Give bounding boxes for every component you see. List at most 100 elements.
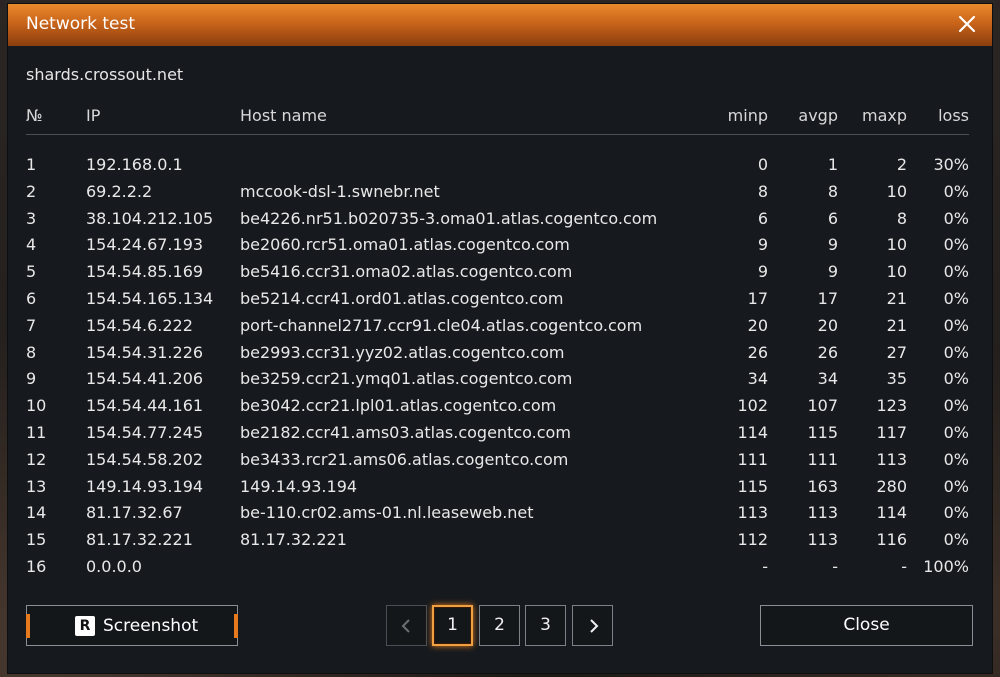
table-row: 2 69.2.2.2 mccook-dsl-1.swnebr.net 8 8 10 0% <box>26 180 969 207</box>
next-page-button[interactable] <box>572 605 613 646</box>
cell-ip: 149.14.93.194 <box>86 476 204 496</box>
cell-ip: 81.17.32.67 <box>86 503 183 523</box>
cell-host: be3259.ccr21.ymq01.atlas.cogentco.com <box>240 369 573 389</box>
col-header-minp: minp <box>727 106 768 125</box>
table-row: 7 154.54.6.222 port-channel2717.ccr91.cle0… <box>26 314 969 341</box>
cell-num: 11 <box>26 422 47 442</box>
cell-loss: 0% <box>943 396 969 416</box>
cell-minp: 20 <box>747 315 768 335</box>
cell-ip: 154.54.6.222 <box>86 315 193 335</box>
cell-num: 12 <box>26 449 47 469</box>
table-row: 10 154.54.44.161 be3042.ccr21.lpl01.atlas.… <box>26 394 969 421</box>
cell-num: 4 <box>26 235 37 255</box>
cell-avgp: 20 <box>817 315 838 335</box>
title-bar: Network test <box>8 4 992 46</box>
cell-num: 3 <box>26 208 37 228</box>
table-header: № IP Host name minp avgp maxp loss <box>26 104 969 135</box>
cell-maxp: 116 <box>876 530 907 550</box>
cell-ip: 154.54.77.245 <box>86 422 204 442</box>
cell-minp: 9 <box>757 235 768 255</box>
cell-loss: 0% <box>943 342 969 362</box>
cell-ip: 154.24.67.193 <box>86 235 204 255</box>
cell-ip: 154.54.165.134 <box>86 288 214 308</box>
cell-ip: 69.2.2.2 <box>86 181 153 201</box>
table-row: 11 154.54.77.245 be2182.ccr41.ams03.atlas.… <box>26 421 969 448</box>
cell-maxp: 10 <box>886 181 907 201</box>
cell-loss: 30% <box>933 155 969 174</box>
cell-minp: 26 <box>747 342 768 362</box>
traceroute-table: № IP Host name minp avgp maxp loss 1 192.… <box>26 104 969 582</box>
cell-num: 7 <box>26 315 37 335</box>
cell-maxp: 114 <box>876 503 907 523</box>
table-row: 14 81.17.32.67 be-110.cr02.ams-01.nl.lease… <box>26 501 969 528</box>
table-row: 3 38.104.212.105 be4226.nr51.b020735-3.oma… <box>26 207 969 234</box>
col-header-ip: IP <box>86 106 101 125</box>
cell-loss: 100% <box>923 556 969 576</box>
table-row: 15 81.17.32.221 81.17.32.221 112 113 116 0% <box>26 528 969 555</box>
table-row: 5 154.54.85.169 be5416.ccr31.oma02.atlas.c… <box>26 260 969 287</box>
network-test-dialog: Network test shards.crossout.net № IP Ho… <box>8 4 992 673</box>
table-row: 8 154.54.31.226 be2993.ccr31.yyz02.atlas.c… <box>26 341 969 368</box>
cell-avgp: 9 <box>827 262 838 282</box>
table-row: 4 154.24.67.193 be2060.rcr51.oma01.atlas.c… <box>26 233 969 260</box>
screenshot-button[interactable]: R Screenshot <box>26 605 238 646</box>
close-button[interactable]: Close <box>760 605 973 646</box>
page-button-3[interactable]: 3 <box>525 605 566 646</box>
cell-maxp: 8 <box>896 208 907 228</box>
cell-host: be5214.ccr41.ord01.atlas.cogentco.com <box>240 288 564 308</box>
server-hostname: shards.crossout.net <box>26 65 184 84</box>
cell-minp: 114 <box>737 422 768 442</box>
cell-maxp: 27 <box>886 342 907 362</box>
cell-host: be2182.ccr41.ams03.atlas.cogentco.com <box>240 422 571 442</box>
cell-maxp: 10 <box>886 235 907 255</box>
cell-loss: 0% <box>943 262 969 282</box>
table-row: 12 154.54.58.202 be3433.rcr21.ams06.atlas.… <box>26 448 969 475</box>
cell-ip: 154.54.85.169 <box>86 262 204 282</box>
cell-loss: 0% <box>943 288 969 308</box>
cell-maxp: 21 <box>886 315 907 335</box>
cell-maxp: 10 <box>886 262 907 282</box>
cell-host: be3042.ccr21.lpl01.atlas.cogentco.com <box>240 396 557 416</box>
cell-num: 2 <box>26 181 37 201</box>
col-header-maxp: maxp <box>861 106 907 125</box>
cell-loss: 0% <box>943 181 969 201</box>
close-x-icon[interactable] <box>956 13 978 35</box>
cell-avgp: - <box>832 556 838 576</box>
cell-num: 5 <box>26 262 37 282</box>
cell-ip: 154.54.58.202 <box>86 449 204 469</box>
cell-host: port-channel2717.ccr91.cle04.atlas.cogen… <box>240 315 643 335</box>
cell-avgp: 17 <box>817 288 838 308</box>
cell-ip: 81.17.32.221 <box>86 530 193 550</box>
cell-maxp: 280 <box>876 476 907 496</box>
cell-avgp: 113 <box>807 503 838 523</box>
cell-maxp: 35 <box>886 369 907 389</box>
cell-minp: 9 <box>757 262 768 282</box>
cell-avgp: 107 <box>807 396 838 416</box>
cell-avgp: 113 <box>807 530 838 550</box>
cell-host: mccook-dsl-1.swnebr.net <box>240 181 440 201</box>
col-header-loss: loss <box>938 106 969 125</box>
cell-loss: 0% <box>943 315 969 335</box>
cell-loss: 0% <box>943 369 969 389</box>
cell-loss: 0% <box>943 208 969 228</box>
table-row: 16 0.0.0.0- - -100% <box>26 555 969 582</box>
cell-maxp: 123 <box>876 396 907 416</box>
cell-avgp: 34 <box>817 369 838 389</box>
cell-avgp: 163 <box>807 476 838 496</box>
button-accent-right <box>234 614 238 638</box>
cell-minp: 6 <box>757 208 768 228</box>
cell-loss: 0% <box>943 422 969 442</box>
cell-minp: - <box>762 556 768 576</box>
cell-num: 9 <box>26 369 37 389</box>
col-header-host: Host name <box>240 106 327 125</box>
cell-ip: 192.168.0.1 <box>86 155 183 174</box>
cell-host: be2060.rcr51.oma01.atlas.cogentco.com <box>240 235 570 255</box>
table-row: 9 154.54.41.206 be3259.ccr21.ymq01.atlas.c… <box>26 367 969 394</box>
table-body: 1 192.168.0.1 0 1 2 30% 2 69.2.2.2 mccook-dsl-1.… <box>26 153 969 582</box>
page-button-1[interactable]: 1 <box>432 605 473 646</box>
col-header-num: № <box>26 106 43 125</box>
cell-maxp: - <box>901 556 907 576</box>
cell-minp: 115 <box>737 476 768 496</box>
page-button-2[interactable]: 2 <box>479 605 520 646</box>
prev-page-button[interactable] <box>386 605 427 646</box>
